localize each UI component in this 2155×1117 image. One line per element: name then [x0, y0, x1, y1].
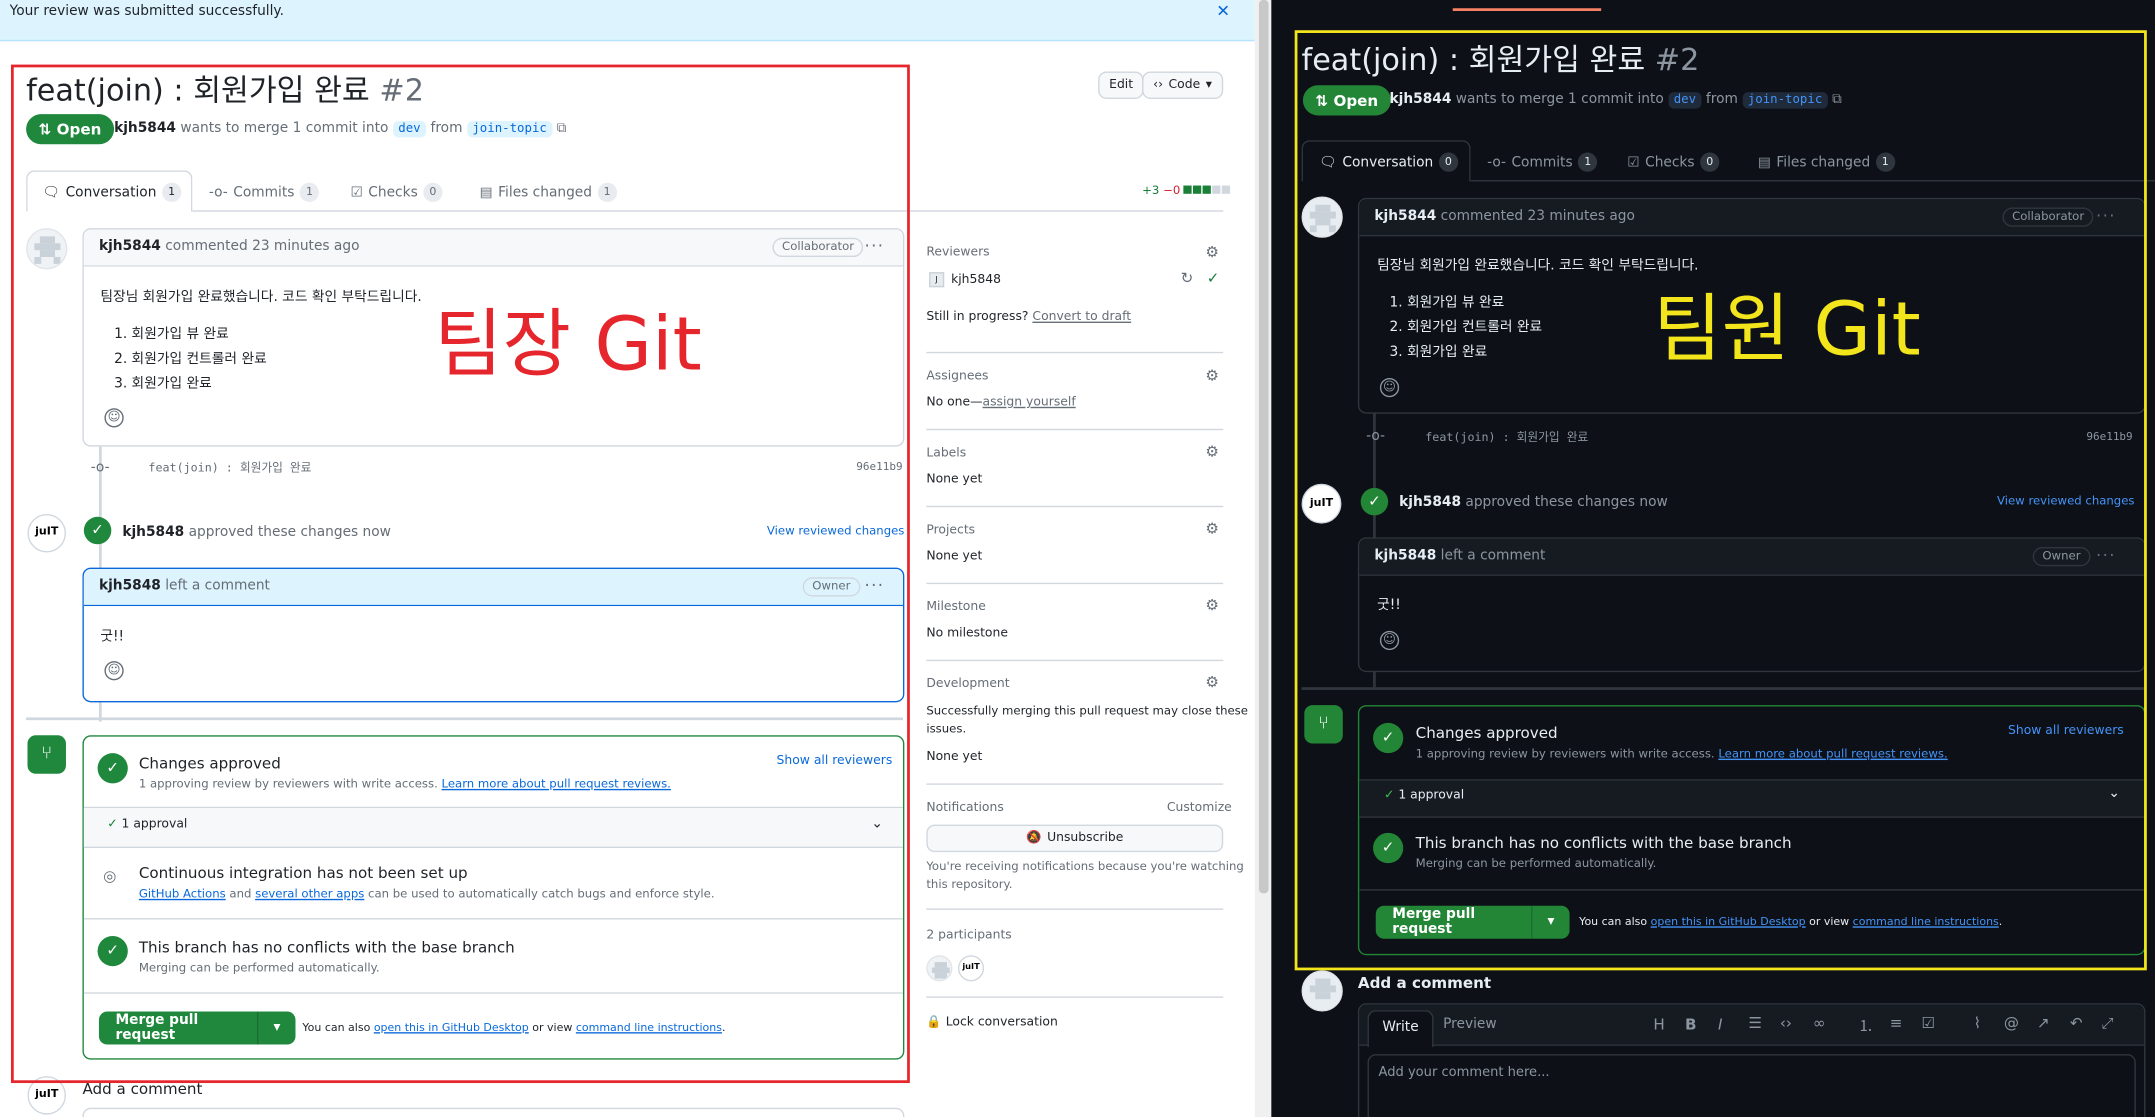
sidebar-notifications-heading: Notifications	[926, 801, 1004, 816]
diffstat-block	[1203, 185, 1212, 194]
light-pr-page: Your review was submitted successfully. …	[0, 0, 1255, 1117]
sidebar-assignees-heading[interactable]: Assignees	[926, 370, 988, 384]
reference-icon[interactable]: ↗	[2037, 1014, 2050, 1032]
unsubscribe-label: Unsubscribe	[1047, 831, 1124, 846]
no-one-text: No one—	[926, 395, 983, 410]
avatar[interactable]	[1301, 970, 1343, 1012]
sidebar-development-heading[interactable]: Development	[926, 678, 1009, 692]
convert-to-draft-link[interactable]: Convert to draft	[1032, 311, 1131, 325]
edit-label: Edit	[1109, 78, 1134, 93]
code-label: Code	[1168, 78, 1201, 93]
flash-banner: Your review was submitted successfully. …	[0, 0, 1255, 42]
ordered-list-icon[interactable]: ⒈	[1858, 1014, 1873, 1036]
participant-avatar[interactable]	[926, 955, 953, 982]
draft-prompt: Still in progress? Convert to draft	[926, 311, 1131, 325]
caret-down-icon: ▾	[1205, 78, 1212, 93]
diffstat-add: +3	[1142, 184, 1160, 198]
comment-placeholder: Add your comment here...	[1378, 1065, 1550, 1081]
write-label: Write	[1382, 1019, 1419, 1035]
check-icon: ✓	[1206, 269, 1220, 288]
lock-icon: 🔒	[926, 1015, 942, 1030]
mention-icon[interactable]: @	[2004, 1014, 2019, 1032]
code-icon[interactable]: ‹›	[1780, 1014, 1792, 1032]
development-text: Successfully merging this pull request m…	[926, 705, 1248, 719]
preview-tab[interactable]: Preview	[1443, 1017, 1497, 1032]
gear-icon[interactable]: ⚙	[1205, 520, 1219, 538]
scrollbar-thumb[interactable]	[1258, 0, 1269, 894]
reviewer-name[interactable]: kjh5848	[951, 274, 1001, 288]
heading-icon[interactable]: H	[1653, 1016, 1664, 1034]
gear-icon[interactable]: ⚙	[1205, 443, 1219, 461]
gear-icon[interactable]: ⚙	[1205, 596, 1219, 614]
unordered-list-icon[interactable]: ≡	[1890, 1014, 1903, 1032]
add-comment-heading: Add a comment	[1357, 974, 1492, 993]
in-progress-text: Still in progress?	[926, 310, 1029, 325]
sidebar-milestone-heading[interactable]: Milestone	[926, 601, 985, 615]
gear-icon[interactable]: ⚙	[1205, 673, 1219, 691]
yellow-highlight-box	[1294, 30, 2147, 971]
bold-icon[interactable]: B	[1685, 1016, 1697, 1034]
sidebar-labels-heading[interactable]: Labels	[926, 447, 966, 461]
red-highlight-box	[10, 64, 910, 1084]
customize-link[interactable]: Customize	[1167, 801, 1232, 815]
edit-button[interactable]: Edit	[1098, 71, 1145, 99]
code-button[interactable]: ‹› Code ▾	[1142, 71, 1223, 99]
fullscreen-icon[interactable]: ⤢	[2101, 1014, 2113, 1033]
italic-icon[interactable]: I	[1718, 1016, 1722, 1034]
diffstat-block	[1212, 185, 1222, 194]
diffstat-block	[1184, 185, 1193, 194]
unsubscribe-button[interactable]: 🔕 Unsubscribe	[926, 824, 1224, 853]
participants-heading: 2 participants	[926, 929, 1012, 943]
notification-reason: You're receiving notifications because y…	[926, 860, 1244, 875]
assign-yourself-link[interactable]: assign yourself	[983, 396, 1076, 410]
sidebar-projects-heading[interactable]: Projects	[926, 524, 975, 538]
comment-textarea[interactable]: Add your comment here...	[1367, 1054, 2136, 1117]
comment-editor[interactable]	[82, 1107, 905, 1117]
participant-avatar[interactable]: juIT	[957, 955, 985, 982]
code-icon: ‹›	[1153, 78, 1164, 93]
diffstat-block	[1193, 185, 1202, 194]
assignees-value: No one—assign yourself	[926, 396, 1075, 410]
comment-editor: Write Preview H B I ☰ ‹› ∞ ⒈ ≡ ☑ ⌇ @ ↗ ↶…	[1357, 1003, 2146, 1117]
scrollbar[interactable]	[1254, 0, 1272, 1117]
annotation-team-leader: 팀장 Git	[434, 300, 702, 388]
flash-message: Your review was submitted successfully.	[9, 4, 284, 20]
diffstat-block	[1222, 185, 1231, 194]
write-tab[interactable]: Write	[1367, 1010, 1434, 1048]
tab-underline	[1452, 8, 1602, 11]
labels-value: None yet	[926, 472, 983, 487]
sync-icon[interactable]: ↻	[1181, 269, 1194, 287]
close-icon[interactable]: ✕	[1216, 1, 1230, 20]
diffstat-del: −0	[1163, 184, 1181, 198]
bell-slash-icon: 🔕	[1026, 831, 1042, 846]
projects-value: None yet	[926, 549, 983, 564]
lock-conversation[interactable]: 🔒 Lock conversation	[926, 1016, 1057, 1030]
lock-label: Lock conversation	[945, 1015, 1058, 1030]
avatar[interactable]: J	[929, 272, 945, 288]
sidebar-reviewers-heading[interactable]: Reviewers	[926, 246, 989, 260]
task-list-icon[interactable]: ☑	[1921, 1014, 1935, 1032]
development-text-cont: issues.	[926, 722, 967, 737]
gear-icon[interactable]: ⚙	[1205, 367, 1219, 385]
reply-icon[interactable]: ↶	[2070, 1014, 2083, 1032]
link-icon[interactable]: ∞	[1813, 1014, 1826, 1032]
gear-icon[interactable]: ⚙	[1205, 243, 1219, 261]
milestone-value: No milestone	[926, 626, 1008, 641]
development-value: None yet	[926, 750, 983, 765]
attach-icon[interactable]: ⌇	[1974, 1014, 1981, 1032]
notification-reason-cont: this repository.	[926, 878, 1013, 892]
quote-icon[interactable]: ☰	[1748, 1014, 1762, 1032]
diffstat: +3 −0	[1142, 184, 1231, 198]
